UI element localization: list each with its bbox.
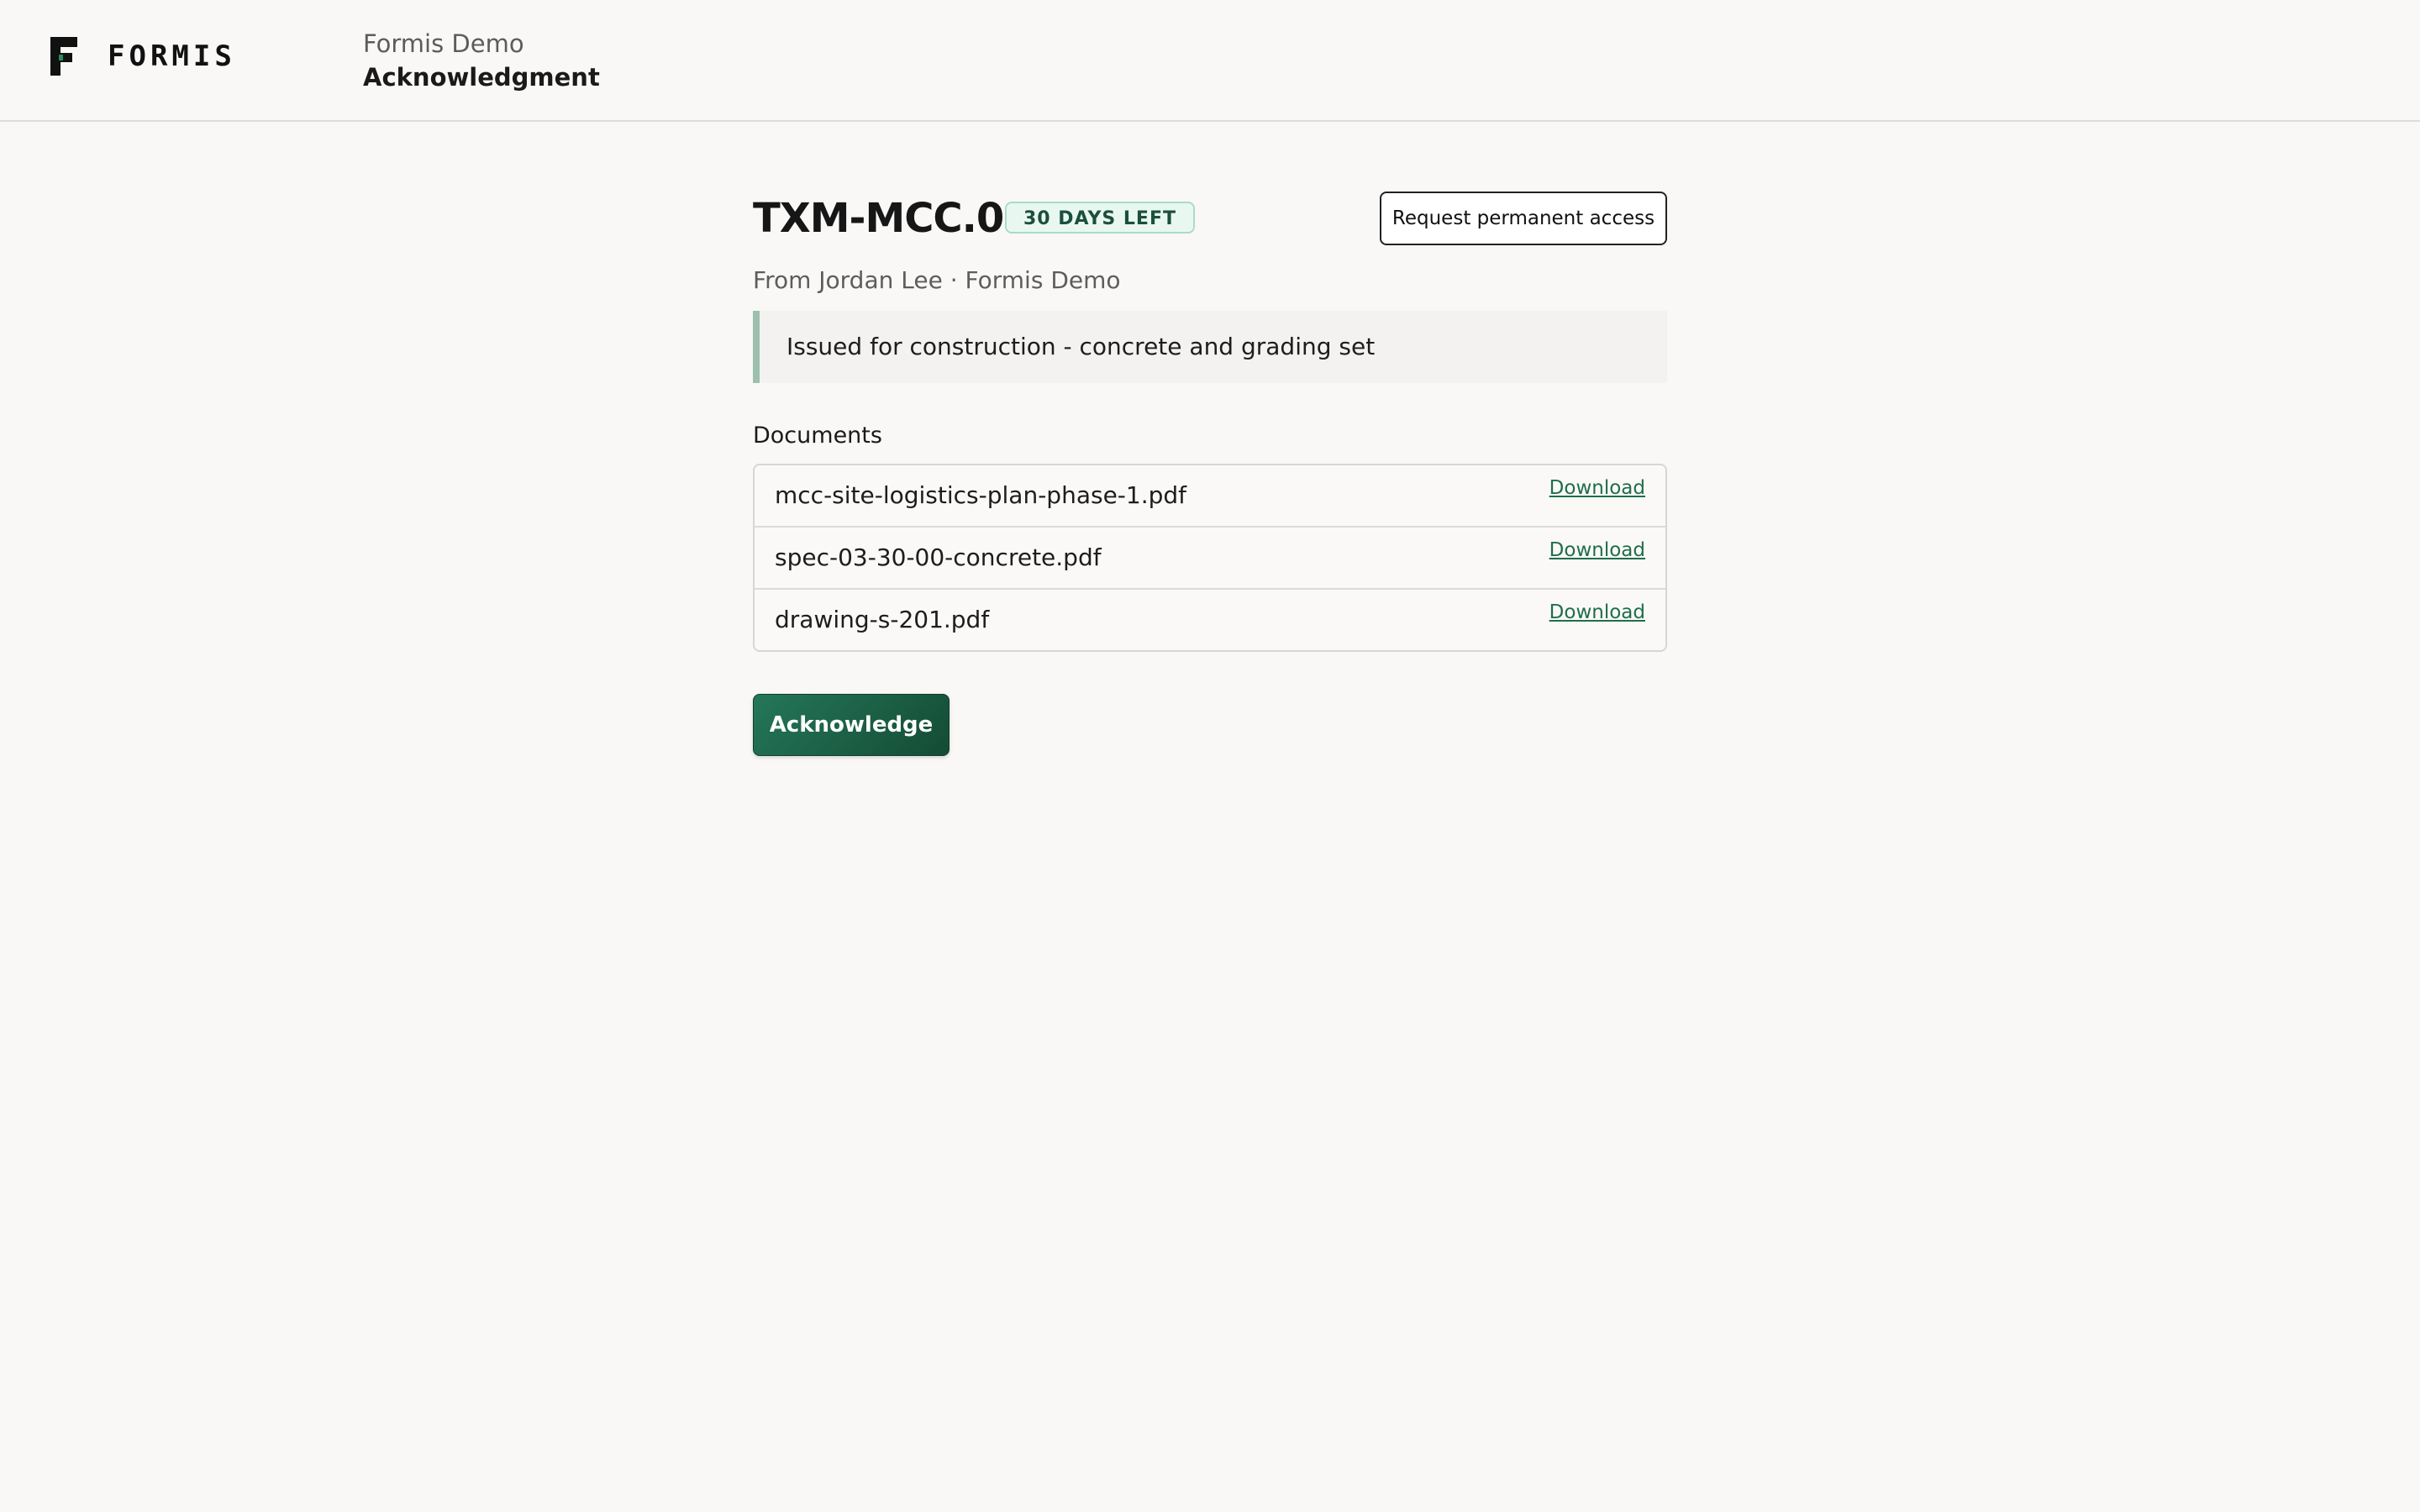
formis-logo-icon	[50, 37, 79, 76]
transmittal-message: Issued for construction - concrete and g…	[753, 311, 1667, 383]
title-row: TXM-MCC.002 30 DAYS LEFT Request permane…	[753, 192, 1667, 245]
sender-line: From Jordan Lee · Formis Demo	[753, 266, 1121, 294]
request-permanent-access-button[interactable]: Request permanent access	[1380, 192, 1667, 245]
documents-heading: Documents	[753, 423, 882, 449]
top-header: FORMIS Formis Demo Acknowledgment	[0, 0, 2420, 122]
acknowledge-button[interactable]: Acknowledge	[753, 694, 950, 756]
document-name: mcc-site-logistics-plan-phase-1.pdf	[775, 481, 1187, 509]
days-left-badge: 30 DAYS LEFT	[1005, 202, 1195, 234]
org-name: Formis Demo	[363, 29, 524, 58]
page-title: Acknowledgment	[363, 63, 600, 92]
logo-text: FORMIS	[108, 39, 236, 73]
list-item: spec-03-30-00-concrete.pdf Download	[755, 526, 1665, 588]
main-content: TXM-MCC.002 30 DAYS LEFT Request permane…	[753, 192, 1667, 756]
download-link[interactable]: Download	[1549, 477, 1645, 499]
documents-list: mcc-site-logistics-plan-phase-1.pdf Down…	[753, 464, 1667, 652]
document-name: spec-03-30-00-concrete.pdf	[775, 543, 1102, 571]
download-link[interactable]: Download	[1549, 539, 1645, 561]
breadcrumb: Formis Demo Acknowledgment	[363, 27, 600, 94]
download-link[interactable]: Download	[1549, 601, 1645, 623]
document-name: drawing-s-201.pdf	[775, 606, 990, 633]
list-item: mcc-site-logistics-plan-phase-1.pdf Down…	[755, 465, 1665, 526]
formis-logo[interactable]: FORMIS	[50, 37, 236, 76]
list-item: drawing-s-201.pdf Download	[755, 588, 1665, 650]
